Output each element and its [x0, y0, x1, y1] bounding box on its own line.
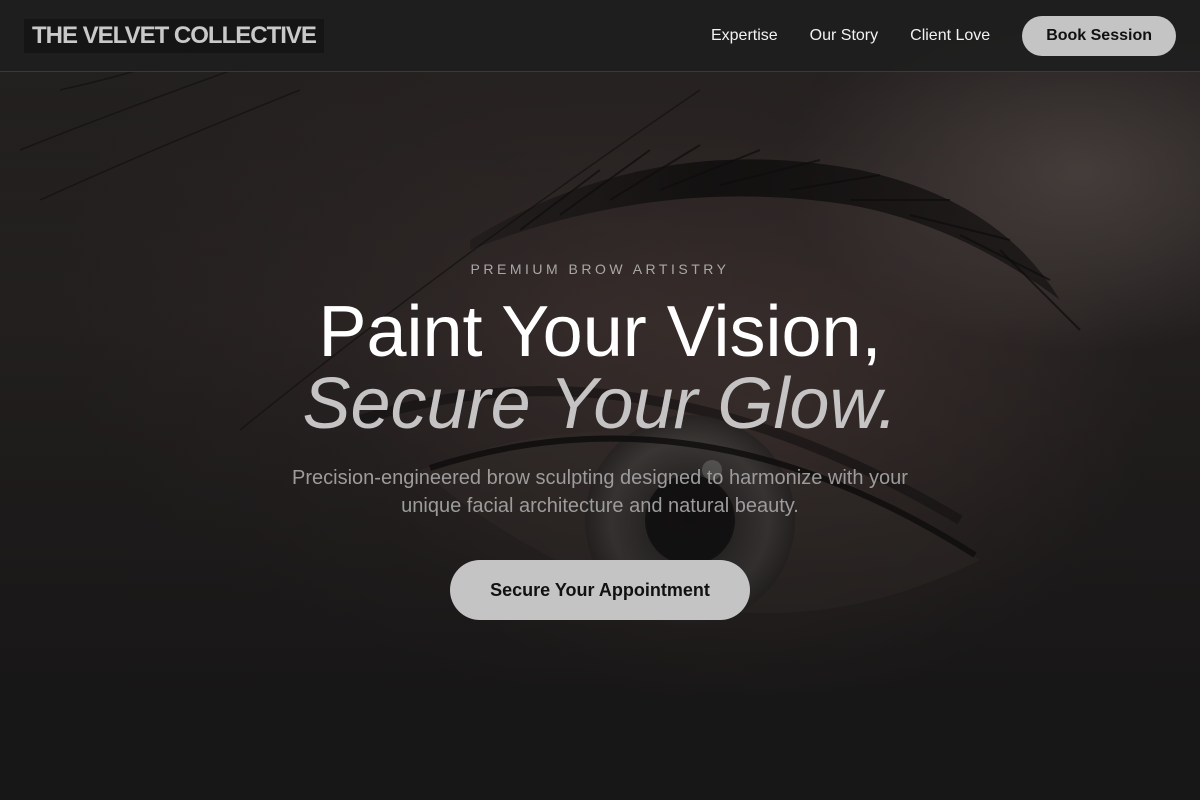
- hero-headline-line1: Paint Your Vision,: [318, 292, 882, 372]
- hero-section: PREMIUM BROW ARTISTRY Paint Your Vision,…: [0, 0, 1200, 800]
- hero-eyebrow: PREMIUM BROW ARTISTRY: [470, 261, 730, 277]
- page: THE VELVET COLLECTIVE Expertise Our Stor…: [0, 0, 1200, 800]
- hero-headline-line2: Secure Your Glow.: [302, 364, 898, 444]
- secure-appointment-button[interactable]: Secure Your Appointment: [450, 560, 750, 620]
- hero-subtext: Precision-engineered brow sculpting desi…: [292, 467, 908, 517]
